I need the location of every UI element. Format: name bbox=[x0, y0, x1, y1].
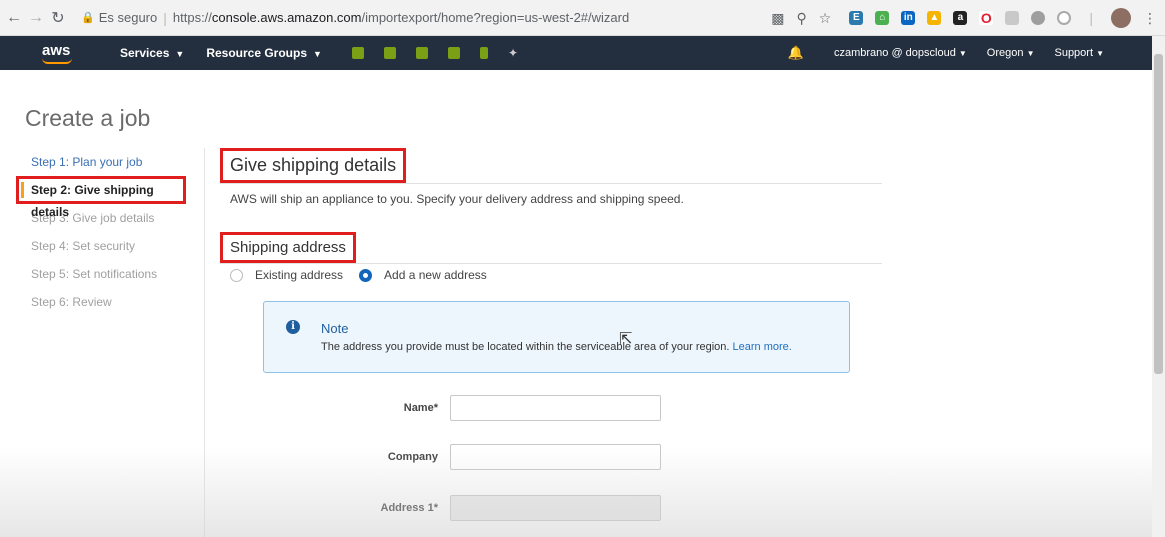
service-shortcut-icon[interactable] bbox=[351, 47, 364, 59]
address1-row: Address 1* bbox=[220, 495, 885, 523]
new-address-label[interactable]: Add a new address bbox=[384, 268, 487, 282]
note-box: i Note The address you provide must be l… bbox=[263, 301, 850, 373]
note-title: Note bbox=[321, 321, 349, 336]
bell-icon[interactable]: 🔔 bbox=[788, 45, 804, 61]
address-divider bbox=[220, 263, 882, 264]
service-shortcut-icon[interactable] bbox=[383, 47, 396, 59]
new-address-radio[interactable] bbox=[359, 268, 373, 282]
opera-icon[interactable]: O bbox=[979, 11, 994, 25]
menu-dots-icon[interactable]: ⋮ bbox=[1143, 10, 1157, 27]
services-label: Services bbox=[120, 46, 170, 60]
region-label: Oregon bbox=[986, 47, 1024, 59]
note-text: The address you provide must be located … bbox=[321, 341, 730, 353]
nav-right: 🔔 czambrano @ dopscloud ▼ Oregon ▼ Suppo… bbox=[788, 36, 1104, 70]
chevron-down-icon: ▼ bbox=[1096, 49, 1104, 58]
name-row: Name* bbox=[220, 395, 885, 423]
chevron-down-icon: ▼ bbox=[313, 49, 322, 59]
mouse-cursor-icon: ⇱ bbox=[619, 331, 633, 348]
account-menu[interactable]: czambrano @ dopscloud ▼ bbox=[834, 47, 967, 59]
step-plan-job[interactable]: Step 1: Plan your job bbox=[16, 148, 206, 176]
info-icon: i bbox=[286, 320, 300, 334]
page-scrollbar[interactable] bbox=[1152, 36, 1165, 537]
pinned-services: ✦ bbox=[351, 46, 518, 60]
steps-divider bbox=[204, 148, 205, 537]
service-shortcut-icon[interactable] bbox=[415, 47, 428, 59]
existing-address-radio[interactable] bbox=[230, 268, 243, 282]
aws-smile-icon bbox=[42, 58, 72, 64]
name-input[interactable] bbox=[450, 395, 661, 421]
browser-extensions: ▩ ⚲ ☆ E ⌂ in ▲ a O | ⋮ bbox=[771, 0, 1157, 36]
existing-address-label[interactable]: Existing address bbox=[255, 268, 343, 282]
resource-groups-menu[interactable]: Resource Groups ▼ bbox=[206, 46, 322, 60]
shipping-address-heading: Shipping address bbox=[220, 232, 356, 263]
chevron-down-icon: ▼ bbox=[175, 49, 185, 59]
arrow-right-icon[interactable]: → bbox=[25, 9, 47, 27]
step-security: Step 4: Set security bbox=[31, 239, 136, 253]
services-menu[interactable]: Services ▼ bbox=[120, 46, 184, 60]
section-divider bbox=[220, 183, 882, 184]
url-host: console.aws.amazon.com bbox=[211, 10, 362, 25]
ext-basket-icon[interactable]: ⌂ bbox=[875, 11, 890, 25]
url-path: /importexport/home?region=us-west-2#/wiz… bbox=[361, 10, 630, 25]
secure-label[interactable]: Es seguro bbox=[99, 10, 158, 25]
address1-label: Address 1* bbox=[380, 502, 438, 514]
cloud-icon[interactable] bbox=[1031, 11, 1046, 25]
toolbar-separator: | bbox=[1089, 10, 1093, 26]
browser-toolbar: ← → ↻ 🔒 Es seguro | https://console.aws.… bbox=[0, 0, 1165, 36]
chevron-down-icon: ▼ bbox=[1026, 49, 1035, 58]
amazon-ext-icon[interactable]: a bbox=[953, 11, 968, 25]
section-description: AWS will ship an appliance to you. Speci… bbox=[230, 192, 684, 206]
aws-logo-text: aws bbox=[42, 41, 71, 59]
support-menu[interactable]: Support ▼ bbox=[1054, 47, 1104, 59]
note-body: The address you provide must be located … bbox=[321, 341, 792, 353]
address-options: Existing address Add a new address bbox=[230, 268, 503, 282]
step-review: Step 6: Review bbox=[31, 295, 112, 309]
chevron-down-icon: ▼ bbox=[958, 49, 967, 58]
aws-logo[interactable]: aws bbox=[42, 41, 82, 64]
url-bar[interactable]: https://console.aws.amazon.com/importexp… bbox=[173, 10, 629, 25]
scrollbar-thumb[interactable] bbox=[1154, 54, 1163, 374]
company-input[interactable] bbox=[450, 444, 661, 470]
lock-icon[interactable]: 🔒 bbox=[81, 11, 95, 24]
circle-icon[interactable] bbox=[1057, 11, 1072, 25]
company-label: Company bbox=[387, 451, 438, 463]
company-row: Company bbox=[220, 444, 885, 472]
account-label: czambrano @ dopscloud bbox=[833, 47, 956, 59]
step-notifications: Step 5: Set notifications bbox=[31, 267, 158, 281]
url-scheme: https:// bbox=[172, 10, 212, 25]
wizard-steps: Step 1: Plan your job Step 2: Give shipp… bbox=[16, 148, 206, 316]
support-label: Support bbox=[1054, 47, 1094, 59]
main-content: Give shipping details AWS will ship an a… bbox=[220, 148, 885, 521]
star-icon[interactable]: ☆ bbox=[819, 10, 832, 27]
drive-triangle-icon[interactable]: ▲ bbox=[927, 11, 942, 25]
region-menu[interactable]: Oregon ▼ bbox=[987, 47, 1035, 59]
service-shortcut-icon[interactable] bbox=[479, 47, 488, 59]
learn-more-link[interactable]: Learn more. bbox=[733, 341, 792, 353]
avatar-icon[interactable] bbox=[1111, 8, 1131, 28]
reload-icon[interactable]: ↻ bbox=[47, 8, 69, 28]
service-shortcut-icon[interactable] bbox=[447, 47, 460, 59]
name-label: Name* bbox=[403, 402, 438, 414]
pin-icon[interactable]: ✦ bbox=[508, 46, 518, 60]
step-shipping-details[interactable]: Step 2: Give shipping details bbox=[16, 176, 186, 219]
aws-top-nav: aws Services ▼ Resource Groups ▼ ✦ 🔔 czamb… bbox=[0, 36, 1152, 70]
linkedin-icon[interactable]: in bbox=[901, 11, 916, 25]
page-title: Create a job bbox=[25, 105, 151, 131]
zoom-icon[interactable]: ⚲ bbox=[797, 10, 807, 27]
translate-icon[interactable]: ▩ bbox=[771, 10, 784, 27]
section-heading: Give shipping details bbox=[220, 148, 407, 183]
ext-gray-icon[interactable] bbox=[1005, 11, 1020, 25]
address1-input[interactable] bbox=[450, 495, 661, 521]
resource-groups-label: Resource Groups bbox=[206, 46, 308, 60]
url-separator: | bbox=[163, 9, 167, 26]
ext-e-icon[interactable]: E bbox=[849, 11, 864, 25]
arrow-left-icon[interactable]: ← bbox=[3, 9, 25, 27]
